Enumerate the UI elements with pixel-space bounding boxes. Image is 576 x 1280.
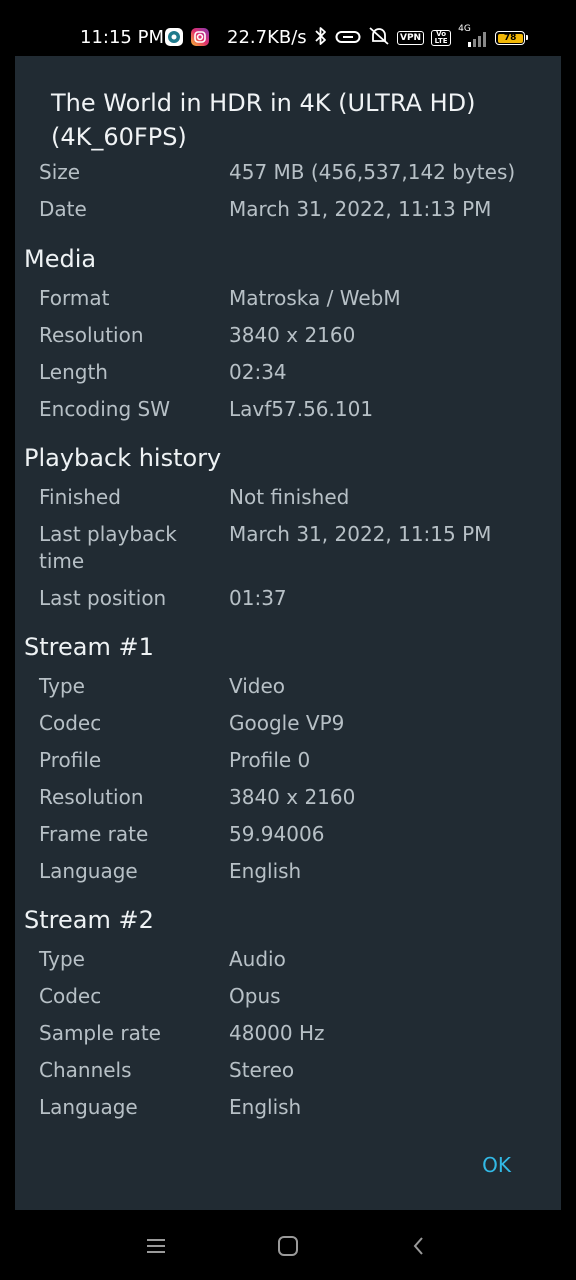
row-label: Sample rate [39,1021,161,1045]
dialog-title: The World in HDR in 4K (ULTRA HD) (4K_60… [51,89,476,151]
status-bar: 11:15 PM 22.7KB/s VPN Vo LTE 4G 78 [0,0,576,56]
row-value: 457 MB (456,537,142 bytes) [229,160,516,184]
row-value: March 31, 2022, 11:15 PM [229,522,492,546]
home-icon[interactable] [276,1234,300,1258]
row-label: Resolution [39,785,144,809]
row-label: Last playback time [39,522,177,573]
row-label: Format [39,286,110,310]
row-label: Resolution [39,323,144,347]
row-value: 3840 x 2160 [229,323,356,347]
status-time: 11:15 PM [80,27,164,48]
row-label: Length [39,360,108,384]
row-label: Frame rate [39,822,149,846]
status-icons: VPN Vo LTE 4G 78 [314,24,529,50]
row-value: English [229,859,302,883]
row-label: Size [39,160,81,184]
media-properties-dialog: The World in HDR in 4K (ULTRA HD) (4K_60… [15,56,561,1210]
row-value: Lavf57.56.101 [229,397,374,421]
volte-icon: Vo LTE [431,30,452,46]
row-label: Codec [39,984,102,1008]
row-value: Stereo [229,1058,295,1082]
row-label: Finished [39,485,121,509]
row-value: March 31, 2022, 11:13 PM [229,197,492,221]
ok-button[interactable]: OK [482,1151,511,1179]
do-not-disturb-icon [368,26,390,50]
row-label: Language [39,1095,138,1119]
row-value: Google VP9 [229,711,345,735]
back-icon[interactable] [407,1234,431,1258]
bluetooth-icon [314,26,328,50]
vpn-icon: VPN [397,31,425,45]
row-label: Channels [39,1058,132,1082]
row-value: Opus [229,984,281,1008]
section-heading-media: Media [24,245,97,273]
row-value: 01:37 [229,586,287,610]
menu-icon[interactable] [144,1234,168,1258]
navigation-bar [0,1210,576,1280]
network-speed: 22.7KB/s [227,27,307,48]
row-value: Matroska / WebM [229,286,401,310]
section-heading-playback-history: Playback history [24,444,222,472]
row-value: 59.94006 [229,822,325,846]
row-value: 3840 x 2160 [229,785,356,809]
row-value: Profile 0 [229,748,311,772]
battery-icon: 78 [495,31,529,45]
row-label: Language [39,859,138,883]
signal-icon: 4G [458,24,488,48]
row-label: Type [39,674,85,698]
row-value: Video [229,674,286,698]
link-icon [335,29,361,48]
battery-level: 78 [497,33,523,43]
section-heading-stream-2: Stream #2 [24,906,154,934]
row-value: Audio [229,947,286,971]
row-value: Not finished [229,485,350,509]
instagram-icon [191,28,209,46]
row-value: 48000 Hz [229,1021,325,1045]
row-label: Profile [39,748,102,772]
row-value: English [229,1095,302,1119]
app-icon [165,28,183,46]
section-heading-stream-1: Stream #1 [24,633,154,661]
row-label: Encoding SW [39,397,170,421]
row-label: Date [39,197,87,221]
row-label: Codec [39,711,102,735]
row-label: Type [39,947,85,971]
row-value: 02:34 [229,360,287,384]
row-label: Last position [39,586,167,610]
